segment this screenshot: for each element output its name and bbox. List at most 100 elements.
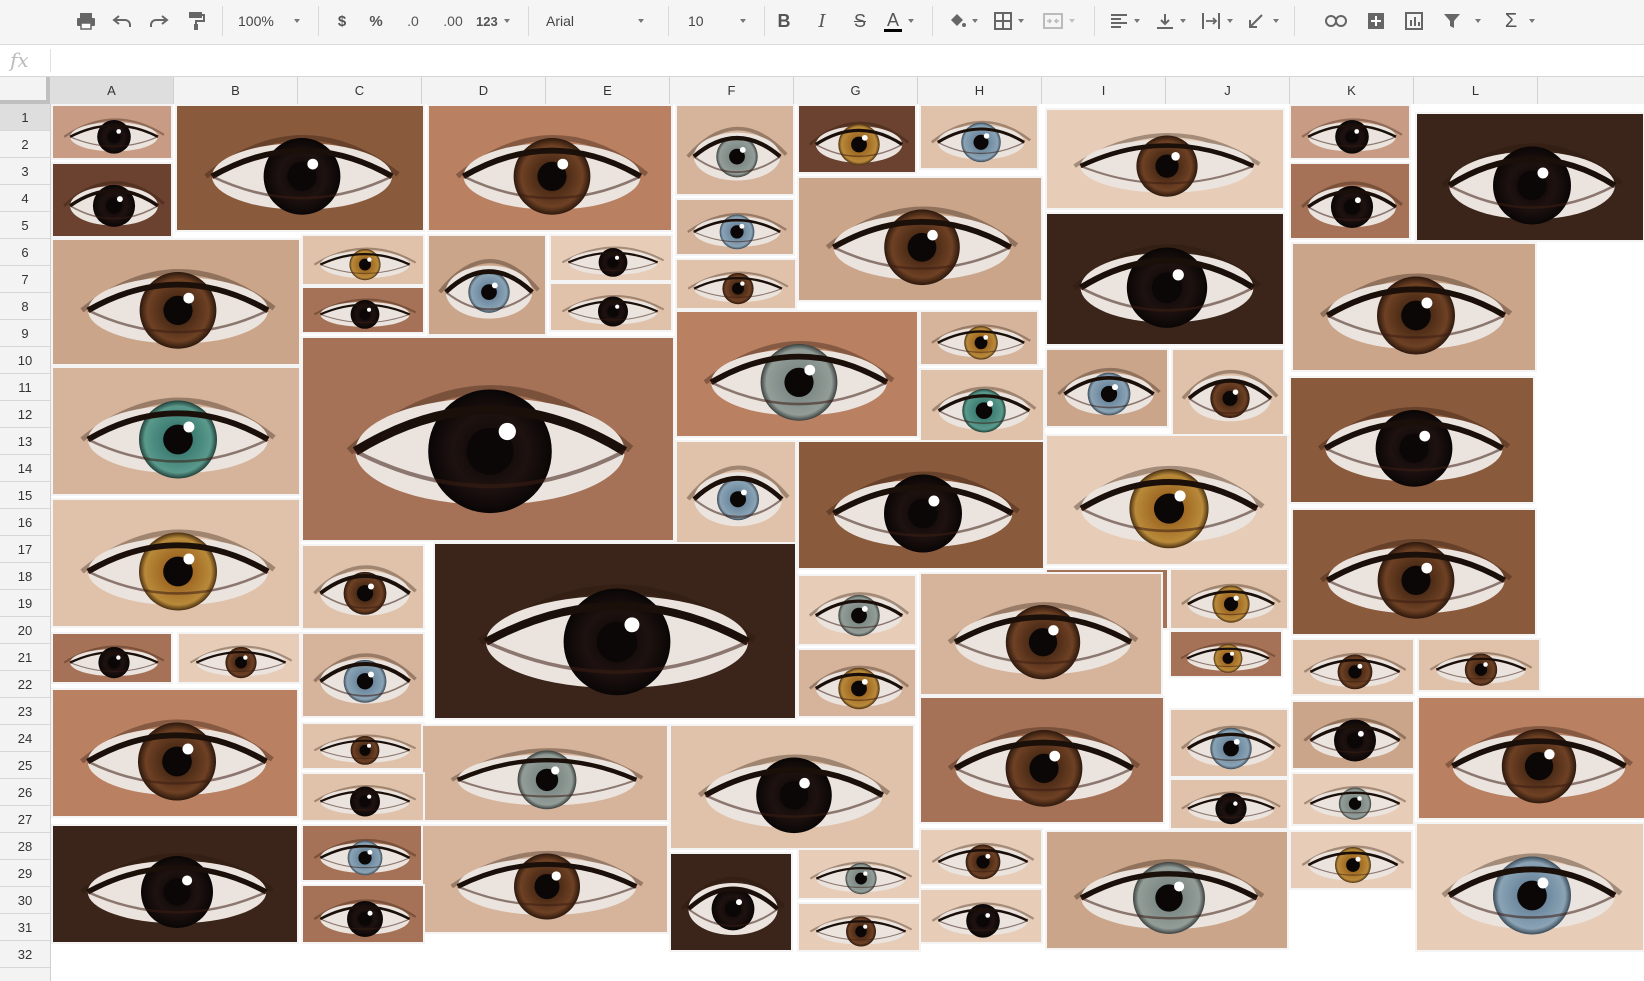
eye-photo-tile[interactable] bbox=[919, 828, 1043, 886]
row-header[interactable]: 26 bbox=[0, 779, 50, 806]
row-header[interactable]: 3 bbox=[0, 158, 50, 185]
eye-photo-tile[interactable] bbox=[1415, 822, 1644, 952]
row-header[interactable]: 8 bbox=[0, 293, 50, 320]
eye-photo-tile[interactable] bbox=[1169, 708, 1289, 778]
row-header[interactable]: 31 bbox=[0, 914, 50, 941]
text-rotation-button[interactable] bbox=[1244, 8, 1282, 34]
eye-photo-tile[interactable] bbox=[1289, 104, 1411, 160]
eye-photo-tile[interactable] bbox=[51, 162, 173, 238]
eye-photo-tile[interactable] bbox=[549, 282, 673, 332]
formula-input[interactable] bbox=[56, 49, 1636, 72]
row-header[interactable]: 27 bbox=[0, 806, 50, 833]
eye-photo-tile[interactable] bbox=[797, 848, 921, 900]
eye-photo-tile[interactable] bbox=[1045, 434, 1289, 566]
row-header[interactable]: 6 bbox=[0, 239, 50, 266]
column-header[interactable]: C bbox=[298, 77, 422, 104]
row-header[interactable]: 11 bbox=[0, 374, 50, 401]
functions-button[interactable]: Σ bbox=[1500, 8, 1540, 34]
eye-photo-tile[interactable] bbox=[1291, 508, 1537, 636]
eye-photo-tile[interactable] bbox=[1169, 568, 1289, 630]
eye-photo-tile[interactable] bbox=[797, 440, 1045, 570]
eye-photo-tile[interactable] bbox=[1289, 830, 1413, 890]
vertical-align-button[interactable] bbox=[1152, 8, 1190, 34]
row-header[interactable]: 9 bbox=[0, 320, 50, 347]
zoom-select[interactable]: 100% bbox=[234, 8, 312, 34]
eye-photo-tile[interactable] bbox=[1291, 772, 1415, 826]
more-formats-button[interactable]: 123 bbox=[476, 8, 520, 34]
row-header[interactable]: 16 bbox=[0, 509, 50, 536]
column-header[interactable]: F bbox=[670, 77, 794, 104]
row-header[interactable]: 24 bbox=[0, 725, 50, 752]
row-header[interactable]: 5 bbox=[0, 212, 50, 239]
eye-photo-tile[interactable] bbox=[919, 696, 1165, 824]
italic-button[interactable]: I bbox=[810, 8, 834, 34]
currency-format-button[interactable]: $ bbox=[330, 8, 354, 34]
row-header[interactable]: 19 bbox=[0, 590, 50, 617]
eye-photo-tile[interactable] bbox=[1171, 348, 1285, 436]
eye-photo-tile[interactable] bbox=[1289, 376, 1535, 504]
eye-photo-tile[interactable] bbox=[675, 104, 795, 196]
column-header[interactable]: J bbox=[1166, 77, 1290, 104]
eye-photo-tile[interactable] bbox=[51, 688, 299, 818]
column-header[interactable]: A bbox=[50, 77, 174, 104]
eye-photo-tile[interactable] bbox=[1417, 696, 1644, 820]
column-header[interactable]: D bbox=[422, 77, 546, 104]
eye-photo-tile[interactable] bbox=[919, 104, 1039, 170]
insert-chart-icon[interactable] bbox=[1400, 8, 1428, 34]
eye-photo-tile[interactable] bbox=[421, 824, 669, 934]
row-header[interactable]: 14 bbox=[0, 455, 50, 482]
borders-button[interactable] bbox=[990, 8, 1028, 34]
eye-photo-tile[interactable] bbox=[669, 852, 793, 952]
text-wrapping-button[interactable] bbox=[1198, 8, 1236, 34]
eye-photo-tile[interactable] bbox=[919, 888, 1043, 944]
eye-photo-tile[interactable] bbox=[549, 234, 673, 282]
font-family-select[interactable]: Arial bbox=[542, 8, 660, 34]
eye-photo-tile[interactable] bbox=[1415, 112, 1644, 242]
eye-photo-tile[interactable] bbox=[1045, 348, 1169, 428]
merge-cells-button[interactable] bbox=[1040, 8, 1078, 34]
eye-photo-tile[interactable] bbox=[797, 574, 917, 646]
column-header[interactable]: E bbox=[546, 77, 670, 104]
row-header[interactable]: 7 bbox=[0, 266, 50, 293]
row-header[interactable]: 23 bbox=[0, 698, 50, 725]
eye-photo-tile[interactable] bbox=[301, 722, 425, 770]
column-header[interactable]: K bbox=[1290, 77, 1414, 104]
eye-photo-tile[interactable] bbox=[1417, 638, 1541, 692]
horizontal-align-button[interactable] bbox=[1106, 8, 1144, 34]
eye-photo-tile[interactable] bbox=[797, 902, 921, 952]
eye-photo-tile[interactable] bbox=[301, 824, 425, 882]
increase-decimals-button[interactable]: .00 bbox=[438, 8, 468, 34]
row-header[interactable]: 1 bbox=[0, 104, 50, 131]
row-header[interactable]: 10 bbox=[0, 347, 50, 374]
strikethrough-button[interactable]: S bbox=[848, 8, 872, 34]
eye-photo-tile[interactable] bbox=[675, 440, 797, 544]
eye-photo-tile[interactable] bbox=[301, 286, 425, 334]
row-header[interactable]: 22 bbox=[0, 671, 50, 698]
eye-photo-tile[interactable] bbox=[177, 632, 301, 684]
eye-photo-tile[interactable] bbox=[797, 104, 917, 174]
eye-photo-tile[interactable] bbox=[427, 234, 547, 336]
row-header[interactable]: 12 bbox=[0, 401, 50, 428]
row-header[interactable]: 20 bbox=[0, 617, 50, 644]
font-size-select[interactable]: 10 bbox=[684, 8, 762, 34]
column-header[interactable]: G bbox=[794, 77, 918, 104]
undo-icon[interactable] bbox=[108, 8, 136, 34]
insert-link-icon[interactable] bbox=[1322, 8, 1350, 34]
eye-photo-tile[interactable] bbox=[51, 238, 301, 366]
eye-photo-tile[interactable] bbox=[427, 104, 673, 232]
eye-photo-tile[interactable] bbox=[919, 368, 1045, 442]
row-header[interactable]: 28 bbox=[0, 833, 50, 860]
eye-photo-tile[interactable] bbox=[1045, 830, 1289, 950]
row-header[interactable]: 30 bbox=[0, 887, 50, 914]
filter-button[interactable] bbox=[1442, 8, 1482, 34]
row-header[interactable]: 13 bbox=[0, 428, 50, 455]
row-header[interactable]: 4 bbox=[0, 185, 50, 212]
eye-photo-tile[interactable] bbox=[301, 772, 425, 822]
eye-photo-tile[interactable] bbox=[301, 632, 425, 718]
eye-photo-tile[interactable] bbox=[421, 724, 669, 822]
eye-photo-tile[interactable] bbox=[301, 336, 675, 542]
print-icon[interactable] bbox=[72, 8, 100, 34]
eye-photo-tile[interactable] bbox=[919, 572, 1163, 696]
fill-color-button[interactable] bbox=[944, 8, 982, 34]
redo-icon[interactable] bbox=[145, 8, 173, 34]
